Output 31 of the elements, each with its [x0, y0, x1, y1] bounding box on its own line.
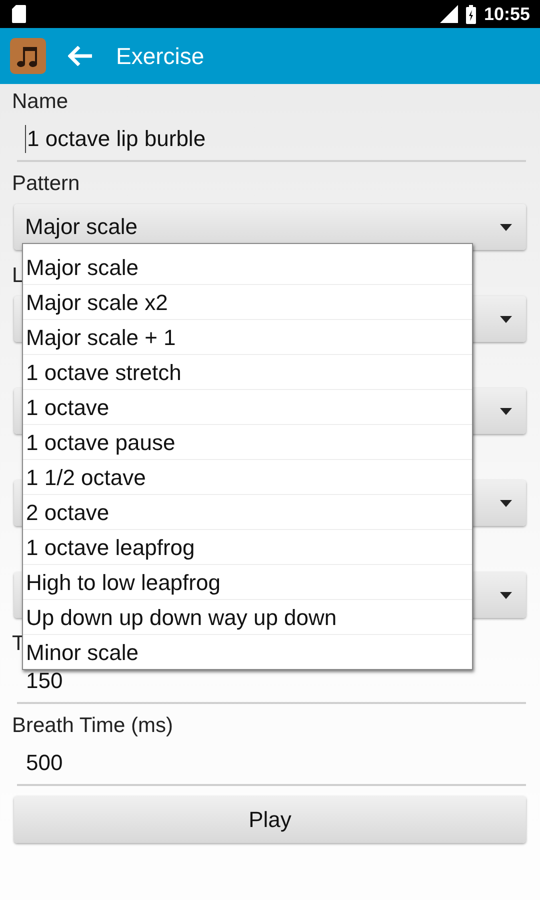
menu-item[interactable]: Major scale + 1	[23, 319, 472, 354]
menu-item[interactable]: Up down up down way up down	[23, 599, 472, 634]
field-label: Breath Time (ms)	[12, 713, 174, 739]
sd-card-icon	[12, 5, 26, 23]
battery-charging-icon	[466, 4, 476, 24]
caret-icon	[500, 500, 512, 506]
back-arrow-icon[interactable]	[68, 46, 92, 66]
text-field[interactable]: 1 octave lip burble	[17, 118, 526, 162]
caret-icon	[500, 408, 512, 414]
menu-item[interactable]: Major scale x2	[23, 284, 472, 319]
menu-item[interactable]: 1 octave	[23, 389, 472, 424]
caret-icon	[500, 224, 512, 230]
menu-item[interactable]: 1 octave stretch	[23, 354, 472, 389]
caret-icon	[500, 592, 512, 598]
field-label: Name	[12, 89, 68, 115]
field-label: Pattern	[12, 171, 80, 197]
text-field[interactable]: 500	[17, 742, 526, 786]
signal-icon	[438, 5, 458, 23]
menu-item[interactable]: Minor scale	[23, 634, 472, 669]
caret-icon	[500, 316, 512, 322]
clock-time: 10:55	[484, 4, 530, 24]
screen-title: Exercise	[116, 42, 204, 70]
menu-item[interactable]: 1 octave pause	[23, 424, 472, 459]
menu-item[interactable]: 1 1/2 octave	[23, 459, 472, 494]
play-button[interactable]: Play	[14, 796, 526, 843]
music-note-icon[interactable]	[10, 38, 46, 74]
field-label: L	[12, 263, 24, 289]
menu-item[interactable]: High to low leapfrog	[23, 564, 472, 599]
menu-item[interactable]: 2 octave	[23, 494, 472, 529]
menu-item[interactable]: 1 octave leapfrog	[23, 529, 472, 564]
menu-item[interactable]: Major scale	[23, 250, 472, 284]
